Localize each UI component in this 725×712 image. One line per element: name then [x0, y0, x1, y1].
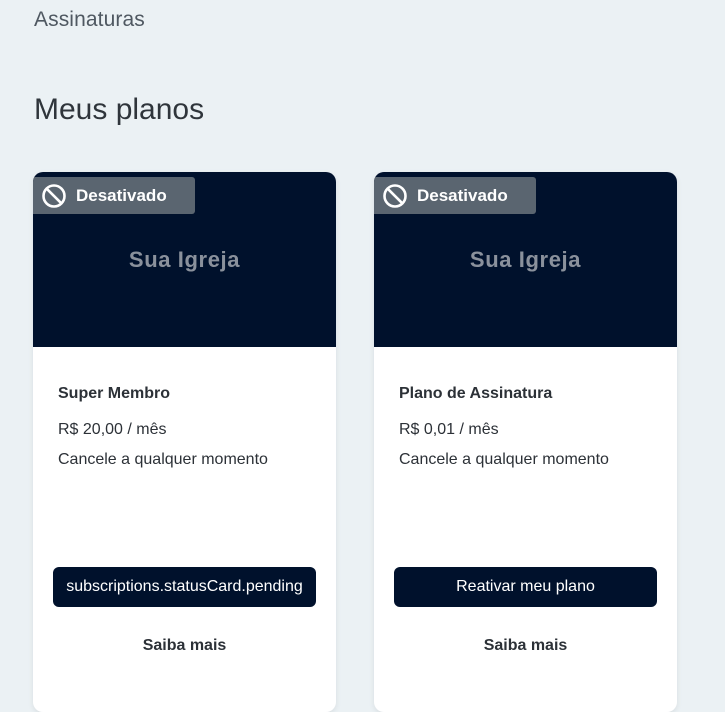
plan-name: Plano de Assinatura [399, 385, 553, 402]
page-title: Meus planos [34, 93, 205, 126]
learn-more-link[interactable]: Saiba mais [33, 637, 336, 655]
subscription-card: Desativado Sua Igreja Plano de Assinatur… [374, 172, 677, 712]
status-label: Desativado [76, 185, 167, 205]
breadcrumb: Assinaturas [34, 8, 145, 31]
church-logo-text: Sua Igreja [469, 246, 582, 272]
plan-note: Cancele a qualquer momento [399, 451, 609, 468]
plan-price: R$ 20,00 / mês [58, 421, 167, 438]
ban-icon [383, 183, 407, 208]
card-body: Super Membro R$ 20,00 / mês Cancele a qu… [33, 347, 336, 712]
plan-name: Super Membro [58, 385, 171, 402]
status-label: Desativado [417, 185, 508, 205]
ban-icon [42, 183, 66, 208]
status-badge: Desativado [33, 177, 195, 214]
card-banner: Desativado Sua Igreja [33, 172, 336, 347]
card-banner: Desativado Sua Igreja [374, 172, 677, 347]
learn-more-link[interactable]: Saiba mais [374, 637, 677, 655]
status-badge: Desativado [374, 177, 536, 214]
plan-status-button[interactable]: subscriptions.statusCard.pending [53, 567, 316, 607]
reactivate-plan-button[interactable]: Reativar meu plano [394, 567, 657, 607]
plan-note: Cancele a qualquer momento [58, 451, 268, 468]
subscription-card: Desativado Sua Igreja Super Membro R$ 20… [33, 172, 336, 712]
card-body: Plano de Assinatura R$ 0,01 / mês Cancel… [374, 347, 677, 712]
plan-price: R$ 0,01 / mês [399, 421, 499, 438]
church-logo-text: Sua Igreja [128, 246, 241, 272]
